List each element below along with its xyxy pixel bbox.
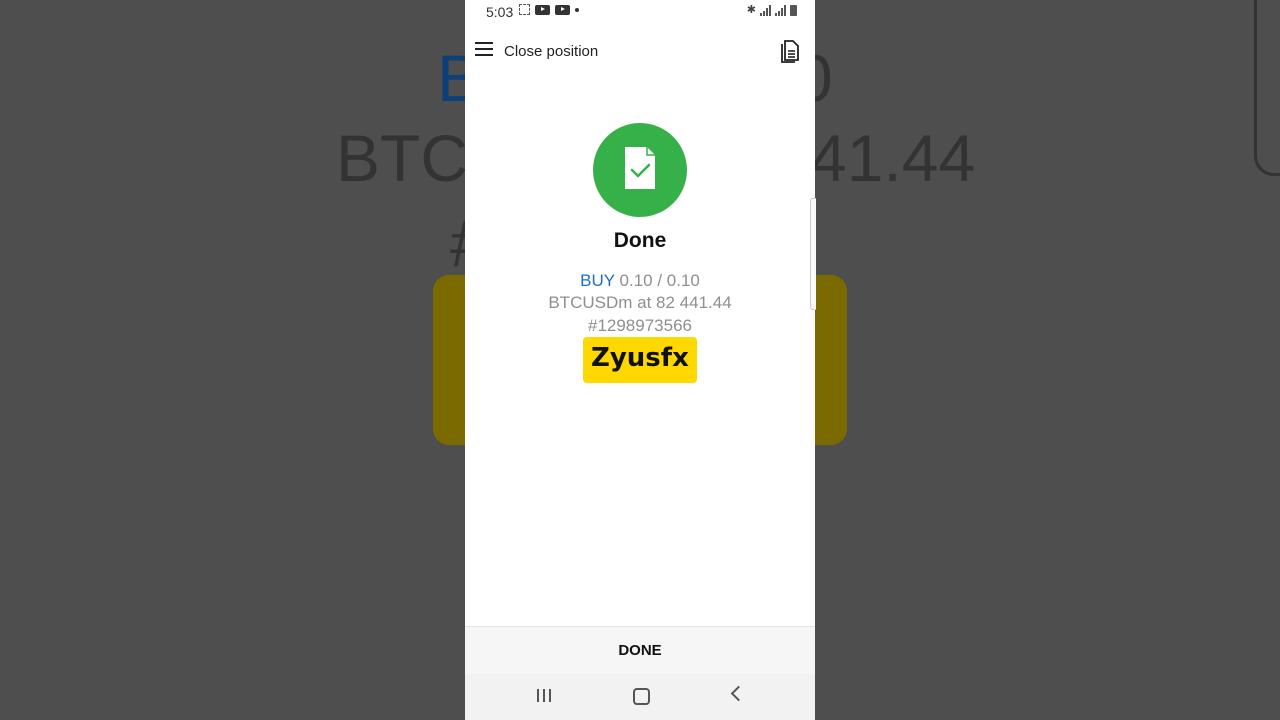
order-symbol-price: BTCUSDm at 82 441.44 xyxy=(548,293,732,312)
bluetooth-icon: ✱ xyxy=(746,4,756,16)
order-volume: 0.10 / 0.10 xyxy=(619,271,700,290)
phone-screen: 5:03 ✱ Close position Done BUY 0.10 / 0.… xyxy=(465,0,815,720)
done-button[interactable]: DONE xyxy=(465,642,815,659)
page-title: Close position xyxy=(504,43,599,60)
watermark-text: Zyusfx xyxy=(591,343,689,373)
footer-bar: DONE xyxy=(465,626,815,675)
home-icon[interactable] xyxy=(633,688,650,705)
signal-icon xyxy=(775,5,786,16)
status-bar: 5:03 ✱ xyxy=(465,0,815,24)
menu-icon[interactable] xyxy=(475,42,493,56)
order-ticket: #1298973566 xyxy=(587,316,692,335)
result-title: Done xyxy=(613,229,667,252)
watermark-badge: Zyusfx xyxy=(583,337,697,383)
recent-apps-icon[interactable] xyxy=(537,689,551,702)
system-nav-bar xyxy=(465,674,815,720)
status-time: 5:03 xyxy=(486,4,514,20)
document-icon[interactable] xyxy=(779,39,801,63)
battery-icon xyxy=(790,5,797,16)
screenshot-icon xyxy=(519,4,530,15)
order-summary-volume: BUY 0.10 / 0.10 xyxy=(465,271,815,291)
status-system-icons: ✱ xyxy=(747,3,797,16)
more-notifications-icon xyxy=(575,7,579,12)
document-check-icon xyxy=(625,147,655,189)
signal-icon xyxy=(760,5,771,16)
status-notification-icons xyxy=(519,4,579,15)
success-icon xyxy=(593,123,687,217)
background-device-edge xyxy=(1254,0,1280,176)
background-text-price: 41.44 xyxy=(810,121,976,195)
back-icon[interactable] xyxy=(730,685,747,702)
youtube-icon xyxy=(535,4,550,15)
scroll-handle[interactable] xyxy=(810,198,816,310)
youtube-icon xyxy=(555,4,570,15)
app-bar: Close position xyxy=(465,30,815,74)
order-direction: BUY xyxy=(580,271,615,290)
